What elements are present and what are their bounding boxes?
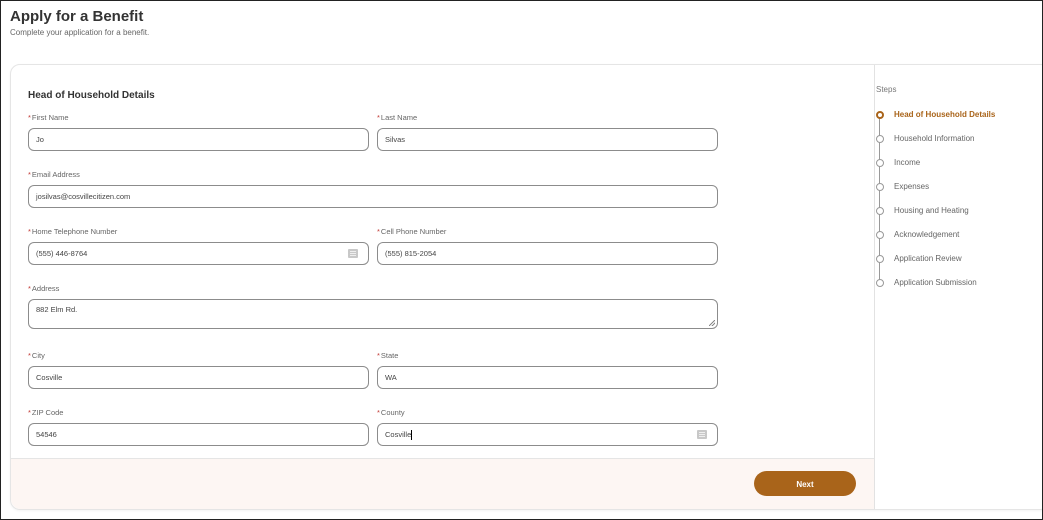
- last-name-label: *Last Name: [377, 113, 718, 123]
- label-text: First Name: [31, 113, 69, 122]
- home-phone-field: *Home Telephone Number (555) 446-8764: [28, 227, 369, 265]
- address-value: 882 Elm Rd.: [36, 305, 78, 314]
- email-label: *Email Address: [28, 170, 718, 180]
- next-button[interactable]: Next: [754, 471, 856, 496]
- email-field: *Email Address josilvas@cosvillecitizen.…: [28, 170, 718, 208]
- last-name-field: *Last Name Silvas: [377, 113, 718, 151]
- cell-phone-input[interactable]: (555) 815-2054: [377, 242, 718, 265]
- label-text: Email Address: [31, 170, 80, 179]
- zip-label: *ZIP Code: [28, 408, 369, 418]
- step-list: Head of Household Details Household Infor…: [876, 110, 995, 302]
- zip-field: *ZIP Code 54546: [28, 408, 369, 446]
- email-input[interactable]: josilvas@cosvillecitizen.com: [28, 185, 718, 208]
- step-label: Income: [894, 158, 921, 167]
- step-item[interactable]: Application Submission: [876, 278, 995, 302]
- zip-input[interactable]: 54546: [28, 423, 369, 446]
- address-label: *Address: [28, 284, 718, 294]
- step-label: Application Submission: [894, 278, 977, 287]
- label-text: Last Name: [380, 113, 418, 122]
- page-title: Apply for a Benefit: [10, 8, 144, 25]
- step-label: Head of Household Details: [894, 110, 996, 119]
- step-pending-icon: [876, 207, 884, 215]
- first-name-label: *First Name: [28, 113, 369, 123]
- step-item[interactable]: Acknowledgement: [876, 230, 995, 262]
- home-phone-input[interactable]: (555) 446-8764: [28, 242, 369, 265]
- step-label: Expenses: [894, 182, 930, 191]
- required-marker: *: [28, 408, 31, 417]
- step-pending-icon: [876, 231, 884, 239]
- steps-title: Steps: [876, 85, 897, 94]
- county-field: *County Cosville: [377, 408, 718, 446]
- step-item[interactable]: Income: [876, 158, 995, 190]
- step-label: Application Review: [894, 254, 962, 263]
- step-pending-icon: [876, 183, 884, 191]
- steps-panel: Steps Head of Household Details Household…: [876, 85, 995, 302]
- section-title: Head of Household Details: [28, 90, 155, 101]
- cell-phone-field: *Cell Phone Number (555) 815-2054: [377, 227, 718, 265]
- required-marker: *: [28, 284, 31, 293]
- step-label: Housing and Heating: [894, 206, 969, 215]
- step-item[interactable]: Household Information: [876, 134, 995, 166]
- address-field: *Address 882 Elm Rd.: [28, 284, 718, 329]
- label-text: County: [380, 408, 405, 417]
- required-marker: *: [377, 227, 380, 236]
- step-item[interactable]: Housing and Heating: [876, 206, 995, 238]
- county-value: Cosville: [385, 430, 412, 439]
- label-text: ZIP Code: [31, 408, 64, 417]
- last-name-input[interactable]: Silvas: [377, 128, 718, 151]
- resize-handle-icon[interactable]: [709, 320, 715, 326]
- required-marker: *: [28, 227, 31, 236]
- county-label: *County: [377, 408, 718, 418]
- home-phone-value: (555) 446-8764: [36, 249, 88, 258]
- label-text: City: [31, 351, 45, 360]
- step-item[interactable]: Expenses: [876, 182, 995, 214]
- autofill-icon[interactable]: [348, 249, 358, 258]
- state-field: *State WA: [377, 351, 718, 389]
- step-pending-icon: [876, 159, 884, 167]
- step-pending-icon: [876, 255, 884, 263]
- step-current-icon: [876, 111, 884, 119]
- required-marker: *: [377, 351, 380, 360]
- autofill-icon[interactable]: [697, 430, 707, 439]
- city-field: *City Cosville: [28, 351, 369, 389]
- text-cursor: [411, 430, 413, 441]
- required-marker: *: [28, 113, 31, 122]
- page-subtitle: Complete your application for a benefit.: [10, 28, 150, 37]
- state-input[interactable]: WA: [377, 366, 718, 389]
- label-text: Home Telephone Number: [31, 227, 118, 236]
- required-marker: *: [377, 113, 380, 122]
- label-text: Address: [31, 284, 60, 293]
- county-input[interactable]: Cosville: [377, 423, 718, 446]
- required-marker: *: [377, 408, 380, 417]
- first-name-input[interactable]: Jo: [28, 128, 369, 151]
- required-marker: *: [28, 351, 31, 360]
- cell-phone-label: *Cell Phone Number: [377, 227, 718, 237]
- address-textarea[interactable]: 882 Elm Rd.: [28, 299, 718, 329]
- state-label: *State: [377, 351, 718, 361]
- form-footer: Next: [11, 458, 874, 509]
- step-pending-icon: [876, 279, 884, 287]
- step-item[interactable]: Head of Household Details: [876, 110, 996, 142]
- label-text: Cell Phone Number: [380, 227, 447, 236]
- home-phone-label: *Home Telephone Number: [28, 227, 369, 237]
- step-label: Household Information: [894, 134, 975, 143]
- label-text: State: [380, 351, 399, 360]
- required-marker: *: [28, 170, 31, 179]
- step-label: Acknowledgement: [894, 230, 960, 239]
- city-label: *City: [28, 351, 369, 361]
- city-input[interactable]: Cosville: [28, 366, 369, 389]
- first-name-field: *First Name Jo: [28, 113, 369, 151]
- step-item[interactable]: Application Review: [876, 254, 995, 286]
- step-pending-icon: [876, 135, 884, 143]
- form-area: Head of Household Details *First Name Jo…: [11, 65, 875, 509]
